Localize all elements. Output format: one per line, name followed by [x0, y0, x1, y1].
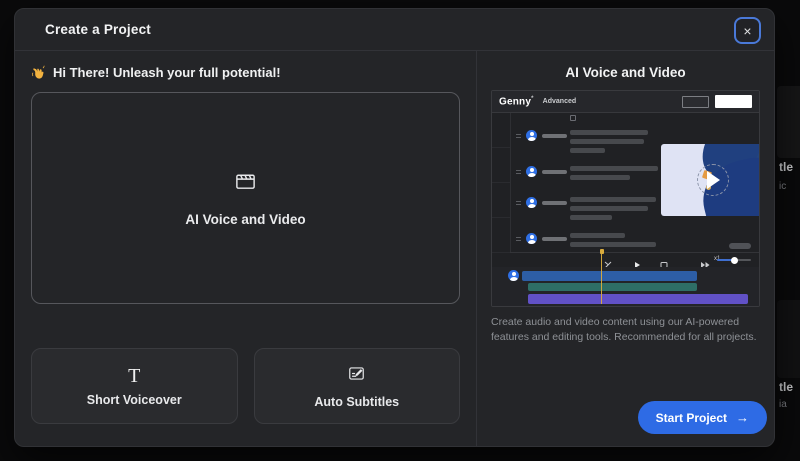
- genny-app-preview: Genny* Advanced: [491, 90, 760, 307]
- genny-logo-text: Genny: [499, 96, 532, 108]
- scrollbar-handle: [729, 243, 751, 249]
- modal-title: Create a Project: [45, 22, 151, 37]
- primary-card-label: AI Voice and Video: [185, 211, 306, 227]
- drag-handle-icon: [516, 237, 521, 243]
- greeting-text: Hi There! Unleash your full potential!: [53, 65, 281, 80]
- preview-toolbar: x1: [492, 253, 759, 269]
- preview-mini-sidebar: [492, 113, 511, 253]
- script-row: [516, 197, 656, 220]
- genny-logo-mark: *: [531, 95, 534, 102]
- speaker-name-placeholder: [542, 134, 567, 138]
- background-text-fragment: ic: [779, 181, 787, 192]
- preview-timeline: [492, 267, 759, 306]
- text-placeholder-bars: [570, 197, 656, 224]
- short-voiceover-card[interactable]: T Short Voiceover: [31, 348, 238, 424]
- text-placeholder-bars: [570, 166, 658, 184]
- secondary-cards-row: T Short Voiceover Auto Subtitles: [31, 348, 460, 424]
- right-panel: AI Voice and Video Genny* Advanced Creat…: [476, 51, 774, 446]
- create-project-modal: Create a Project × Hi There! Unleash you…: [14, 8, 775, 447]
- auto-subtitles-card[interactable]: Auto Subtitles: [253, 348, 460, 424]
- right-panel-title: AI Voice and Video: [565, 65, 686, 80]
- preview-header: Genny* Advanced: [492, 91, 759, 113]
- start-project-button[interactable]: Start Project →: [637, 401, 767, 434]
- close-icon: ×: [743, 22, 752, 39]
- modal-body: Hi There! Unleash your full potential! A…: [15, 51, 774, 446]
- drag-handle-icon: [516, 134, 521, 140]
- script-row: [516, 233, 656, 247]
- background-card: [777, 86, 800, 158]
- close-button[interactable]: ×: [734, 17, 761, 44]
- modal-header: Create a Project ×: [15, 9, 774, 51]
- text-placeholder-bars: [570, 130, 648, 157]
- zoom-slider: [717, 256, 751, 264]
- text-placeholder-bars: [570, 233, 656, 251]
- timeline-speaker-avatar: [508, 270, 519, 281]
- wave-emoji-icon: [31, 65, 46, 80]
- speaker-avatar: [526, 233, 537, 244]
- start-project-label: Start Project: [655, 410, 727, 425]
- preview-script-area: [492, 113, 759, 253]
- speaker-name-placeholder: [542, 237, 567, 241]
- text-T-icon: T: [128, 364, 141, 387]
- timeline-playhead: [599, 249, 604, 304]
- ai-voice-and-video-card[interactable]: AI Voice and Video: [31, 92, 460, 304]
- speaker-name-placeholder: [542, 170, 567, 174]
- background-text-fragment: tle: [779, 160, 794, 174]
- background-text-fragment: tle: [779, 380, 794, 394]
- background-card: [777, 300, 800, 378]
- preview-outline-button: [682, 95, 709, 108]
- script-row: [516, 130, 648, 153]
- timeline-track-audio: [528, 283, 697, 291]
- clapperboard-icon: [234, 170, 257, 198]
- genny-logo: Genny*: [499, 96, 534, 107]
- video-preview-panel: [661, 144, 759, 216]
- layout-chip-icon: [570, 115, 576, 121]
- subtitle-edit-icon: [347, 364, 366, 388]
- speaker-avatar: [526, 130, 537, 141]
- drag-handle-icon: [516, 201, 521, 207]
- background-text-fragment: ia: [779, 399, 787, 410]
- arrow-right-icon: →: [736, 410, 749, 425]
- play-icon: [707, 171, 720, 189]
- advanced-mode-label: Advanced: [542, 98, 577, 105]
- project-type-description: Create audio and video content using our…: [491, 316, 757, 344]
- left-panel: Hi There! Unleash your full potential! A…: [15, 51, 476, 446]
- short-voiceover-label: Short Voiceover: [86, 392, 182, 407]
- speaker-avatar: [526, 197, 537, 208]
- speaker-avatar: [526, 166, 537, 177]
- speaker-name-placeholder: [542, 201, 567, 205]
- auto-subtitles-label: Auto Subtitles: [314, 394, 400, 409]
- preview-white-button: [715, 95, 752, 108]
- screen: { "modal": { "title": "Create a Project"…: [0, 0, 800, 461]
- timeline-track-music: [528, 294, 748, 304]
- script-row: [516, 166, 658, 180]
- drag-handle-icon: [516, 170, 521, 176]
- greeting: Hi There! Unleash your full potential!: [31, 65, 460, 80]
- timeline-track-voice: [522, 271, 697, 281]
